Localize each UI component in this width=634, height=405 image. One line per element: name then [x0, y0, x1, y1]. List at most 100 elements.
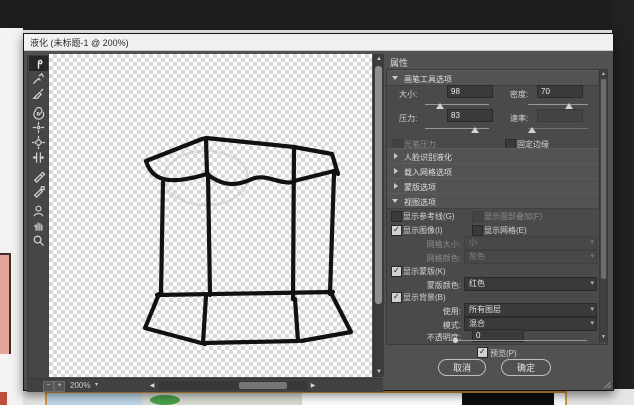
canvas[interactable] — [49, 54, 372, 377]
backdrop-use-label: 使用: — [415, 306, 461, 317]
scroll-left-icon[interactable]: ◀ — [147, 382, 157, 390]
dialog-title: 液化 (未标题-1 @ 200%) — [30, 36, 129, 49]
brush-size-slider-thumb[interactable] — [436, 103, 444, 109]
freeze-mask-tool[interactable] — [29, 169, 48, 184]
zoom-level-value[interactable]: 200% — [70, 381, 90, 390]
section-load-mesh-options[interactable]: 载入网格选项 — [387, 163, 598, 179]
brush-rate-input[interactable] — [537, 109, 583, 122]
brush-pressure-slider[interactable] — [425, 128, 489, 129]
section-view-options[interactable]: 视图选项 — [387, 193, 598, 209]
app-background-top — [0, 0, 634, 30]
preview-checkbox[interactable] — [477, 347, 488, 358]
brush-density-slider[interactable] — [528, 104, 588, 105]
brush-size-input[interactable]: 98 — [447, 85, 493, 98]
cancel-button[interactable]: 取消 — [438, 359, 486, 376]
mesh-color-label: 网格颜色: — [415, 253, 461, 264]
show-backdrop-checkbox[interactable] — [391, 292, 402, 303]
show-face-overlay-label: 显示面部叠加(F) — [484, 211, 542, 222]
section-label: 画笔工具选项 — [404, 74, 452, 85]
show-guides-checkbox[interactable] — [391, 211, 402, 222]
section-label: 视图选项 — [404, 197, 436, 208]
scroll-up-icon[interactable]: ▲ — [374, 55, 384, 63]
zoom-in-button[interactable]: + — [54, 381, 65, 392]
mesh-size-label: 网格大小: — [415, 239, 461, 250]
canvas-vertical-scrollbar[interactable]: ▲ ▼ — [373, 54, 384, 377]
thaw-mask-tool[interactable] — [29, 184, 48, 199]
mesh-color-dropdown[interactable]: 灰色 ▾ — [464, 250, 597, 264]
brush-size-label: 大小: — [399, 89, 417, 100]
mask-color-value: 红色 — [469, 279, 485, 288]
smooth-tool[interactable] — [29, 86, 48, 101]
show-mesh-checkbox[interactable] — [472, 225, 483, 236]
app-background-right — [612, 0, 634, 391]
doc-segment-blue — [47, 393, 142, 405]
brush-rate-slider[interactable] — [528, 128, 588, 129]
panel-scrollbar[interactable]: ▲ ▼ — [599, 70, 607, 342]
face-tool[interactable] — [29, 203, 48, 218]
backdrop-mode-label: 模式: — [415, 320, 461, 331]
doc-segment-green — [150, 395, 180, 405]
section-mask-options[interactable]: 蒙版选项 — [387, 178, 598, 194]
show-mesh-label: 显示网格(E) — [484, 225, 527, 236]
backdrop-use-dropdown[interactable]: 所有图层 ▾ — [464, 303, 597, 317]
disclosure-right-icon — [394, 153, 398, 159]
push-left-icon — [31, 150, 46, 165]
zoom-out-button[interactable]: − — [43, 381, 54, 392]
chevron-down-icon: ▾ — [590, 237, 594, 249]
pucker-icon — [31, 120, 46, 135]
hand-tool[interactable] — [29, 218, 48, 233]
reconstruct-tool[interactable] — [29, 71, 48, 86]
forward-warp-tool[interactable] — [29, 56, 48, 71]
zoom-tool[interactable] — [29, 233, 48, 248]
twirl-icon — [31, 105, 46, 120]
twirl-clockwise-tool[interactable] — [29, 105, 48, 120]
liquify-dialog: 液化 (未标题-1 @ 200%) — [23, 33, 614, 391]
disclosure-right-icon — [394, 183, 398, 189]
section-face-aware-liquify[interactable]: 人脸识别液化 — [387, 148, 598, 164]
dialog-resize-grip[interactable] — [604, 381, 611, 388]
ok-button[interactable]: 确定 — [501, 359, 551, 376]
backdrop-use-value: 所有图层 — [469, 305, 501, 314]
brush-size-slider[interactable] — [425, 104, 489, 105]
dialog-titlebar[interactable]: 液化 (未标题-1 @ 200%) — [24, 34, 613, 51]
brush-density-label: 密度: — [510, 89, 528, 100]
push-left-tool[interactable] — [29, 150, 48, 165]
bloat-tool[interactable] — [29, 135, 48, 150]
show-face-overlay-checkbox[interactable] — [472, 211, 483, 222]
scroll-down-icon[interactable]: ▼ — [374, 368, 384, 376]
show-mask-checkbox[interactable] — [391, 266, 402, 277]
mask-color-label: 蒙版颜色: — [415, 280, 461, 291]
pucker-tool[interactable] — [29, 120, 48, 135]
chevron-down-icon: ▾ — [590, 278, 594, 290]
brush-density-input[interactable]: 70 — [537, 85, 583, 98]
brush-pressure-input[interactable]: 83 — [447, 109, 493, 122]
backdrop-opacity-slider-thumb[interactable] — [453, 338, 458, 343]
box-line-drawing — [49, 54, 372, 377]
show-image-checkbox[interactable] — [391, 225, 402, 236]
zoom-level-chevron-icon[interactable]: ▾ — [95, 381, 98, 388]
show-image-label: 显示图像(I) — [403, 225, 443, 236]
disclosure-down-icon — [392, 76, 398, 80]
section-label: 人脸识别液化 — [404, 152, 452, 163]
section-brush-tool-options[interactable]: 画笔工具选项 — [387, 70, 598, 86]
freeze-mask-icon — [31, 169, 46, 184]
panel-scroll-thumb[interactable] — [601, 79, 606, 279]
doc-segment-black — [462, 393, 554, 405]
chevron-down-icon: ▾ — [590, 318, 594, 330]
brush-pressure-slider-thumb[interactable] — [471, 127, 479, 133]
panel-scroll-up-icon[interactable]: ▲ — [600, 71, 607, 78]
zoom-icon — [31, 233, 46, 248]
panel-scroll-down-icon[interactable]: ▼ — [600, 334, 607, 341]
brush-rate-slider-thumb[interactable] — [528, 127, 536, 133]
hand-icon — [31, 218, 46, 233]
horizontal-scroll-thumb[interactable] — [239, 382, 287, 389]
face-icon — [31, 203, 46, 218]
preview-label: 预览(P) — [490, 348, 517, 359]
bloat-icon — [31, 135, 46, 150]
brush-pressure-label: 压力: — [399, 113, 417, 124]
vertical-scroll-thumb[interactable] — [375, 66, 382, 304]
backdrop-opacity-slider[interactable] — [449, 340, 587, 341]
mask-color-dropdown[interactable]: 红色 ▾ — [464, 277, 597, 291]
mesh-size-dropdown[interactable]: 小 ▾ — [464, 236, 597, 250]
scroll-right-icon[interactable]: ▶ — [308, 382, 318, 390]
